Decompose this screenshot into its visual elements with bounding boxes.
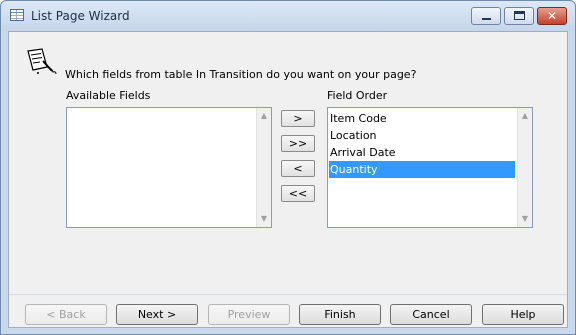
field-order-list[interactable]: Item Code Location Arrival Date Quantity… (327, 107, 533, 228)
next-button[interactable]: Next > (116, 304, 198, 325)
available-fields-list[interactable]: ▲ ▼ (66, 107, 272, 228)
add-all-fields-button[interactable]: >> (281, 135, 315, 152)
list-item[interactable]: Item Code (329, 110, 517, 127)
app-window-icon (10, 9, 24, 21)
maximize-icon (514, 11, 525, 20)
minimize-icon (482, 18, 491, 20)
button-separator (9, 294, 567, 295)
scroll-down-arrow-icon[interactable]: ▼ (521, 215, 529, 223)
close-icon: ✕ (546, 9, 558, 23)
list-item[interactable]: Location (329, 127, 517, 144)
wizard-question: Which fields from table In Transition do… (65, 68, 417, 81)
scroll-down-arrow-icon[interactable]: ▼ (260, 215, 268, 223)
minimize-button[interactable] (471, 7, 501, 25)
cancel-button[interactable]: Cancel (390, 304, 472, 325)
add-field-button[interactable]: > (281, 110, 315, 127)
preview-button[interactable]: Preview (208, 304, 290, 325)
remove-field-button[interactable]: < (281, 160, 315, 177)
wizard-body: Which fields from table In Transition do… (8, 31, 568, 328)
list-item-selected[interactable]: Quantity (329, 161, 515, 178)
back-button[interactable]: < Back (25, 304, 107, 325)
scroll-up-arrow-icon[interactable]: ▲ (521, 112, 529, 120)
close-button[interactable]: ✕ (537, 7, 567, 25)
scroll-up-arrow-icon[interactable]: ▲ (260, 112, 268, 120)
field-order-label: Field Order (327, 89, 388, 102)
title-bar[interactable]: List Page Wizard ✕ (1, 1, 575, 31)
available-fields-label: Available Fields (66, 89, 151, 102)
window-title: List Page Wizard (31, 9, 130, 23)
field-order-scrollbar[interactable]: ▲ ▼ (517, 108, 532, 227)
remove-all-fields-button[interactable]: << (281, 185, 315, 202)
wizard-window: List Page Wizard ✕ Which fields from tab… (0, 0, 576, 335)
help-button[interactable]: Help (482, 304, 564, 325)
finish-button[interactable]: Finish (299, 304, 381, 325)
available-fields-scrollbar[interactable]: ▲ ▼ (256, 108, 271, 227)
maximize-button[interactable] (504, 7, 534, 25)
wizard-page-icon (27, 48, 57, 75)
list-item[interactable]: Arrival Date (329, 144, 517, 161)
